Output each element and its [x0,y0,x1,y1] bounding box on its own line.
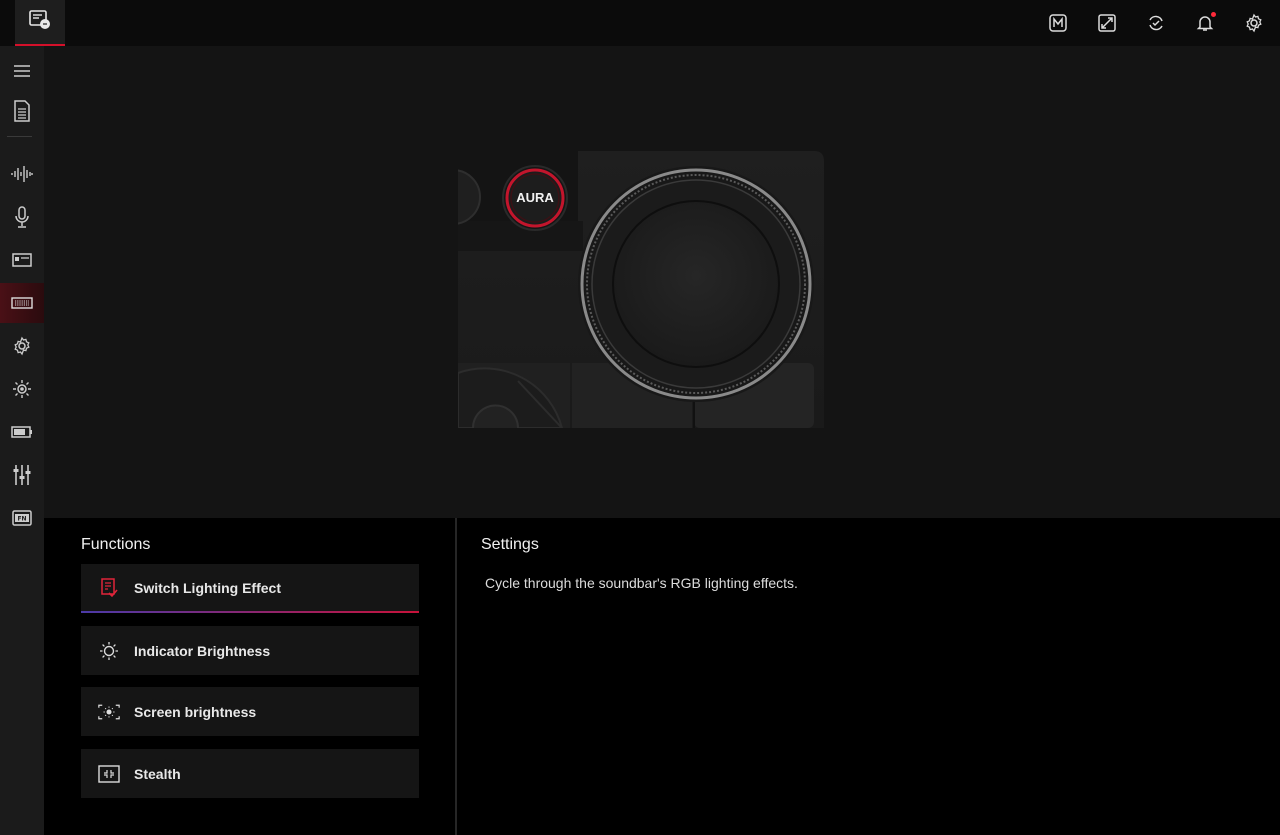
stealth-icon [98,763,120,785]
notification-badge [1211,12,1216,17]
sidebar: FN [0,46,44,835]
device-tab[interactable] [15,0,65,46]
function-indicator-brightness[interactable]: Indicator Brightness [81,626,419,675]
settings-panel: Settings Cycle through the soundbar's RG… [457,518,1280,835]
svg-text:FN: FN [17,516,26,523]
sun-icon [98,640,120,662]
microphone-icon[interactable] [0,197,44,237]
equalizer-icon[interactable] [0,455,44,495]
gear-icon[interactable] [0,326,44,366]
fn-key-icon[interactable]: FN [0,498,44,538]
functions-title: Functions [81,536,151,553]
audio-wave-icon[interactable] [0,154,44,194]
device-preview: AURA [44,46,1280,518]
function-stealth[interactable]: Stealth [81,749,419,798]
settings-title: Settings [481,536,539,553]
macro-icon[interactable] [1046,11,1070,35]
display-icon[interactable] [0,240,44,280]
sidebar-separator [7,136,32,137]
scenario-profile-icon[interactable] [1095,11,1119,35]
notification-icon[interactable] [1193,11,1217,35]
settings-icon[interactable] [1242,11,1266,35]
lighting-effect-icon [98,577,120,599]
menu-icon[interactable] [0,51,44,91]
functions-panel: Functions Switch Lighting Effect Indicat… [44,518,456,835]
update-icon[interactable] [1144,11,1168,35]
function-label: Indicator Brightness [134,642,271,659]
document-icon[interactable] [0,91,44,131]
settings-description: Cycle through the soundbar's RGB lightin… [485,575,798,591]
function-switch-lighting-effect[interactable]: Switch Lighting Effect [81,564,419,613]
battery-icon[interactable] [0,412,44,452]
screen-brightness-icon [98,701,120,723]
keyboard-icon[interactable] [0,283,44,323]
function-screen-brightness[interactable]: Screen brightness [81,687,419,736]
function-label: Stealth [134,765,181,782]
device-icon [28,9,52,36]
function-label: Switch Lighting Effect [134,579,281,596]
top-bar [0,0,1280,46]
brightness-icon[interactable] [0,369,44,409]
function-label: Screen brightness [134,703,257,720]
aura-label: AURA [516,190,554,205]
